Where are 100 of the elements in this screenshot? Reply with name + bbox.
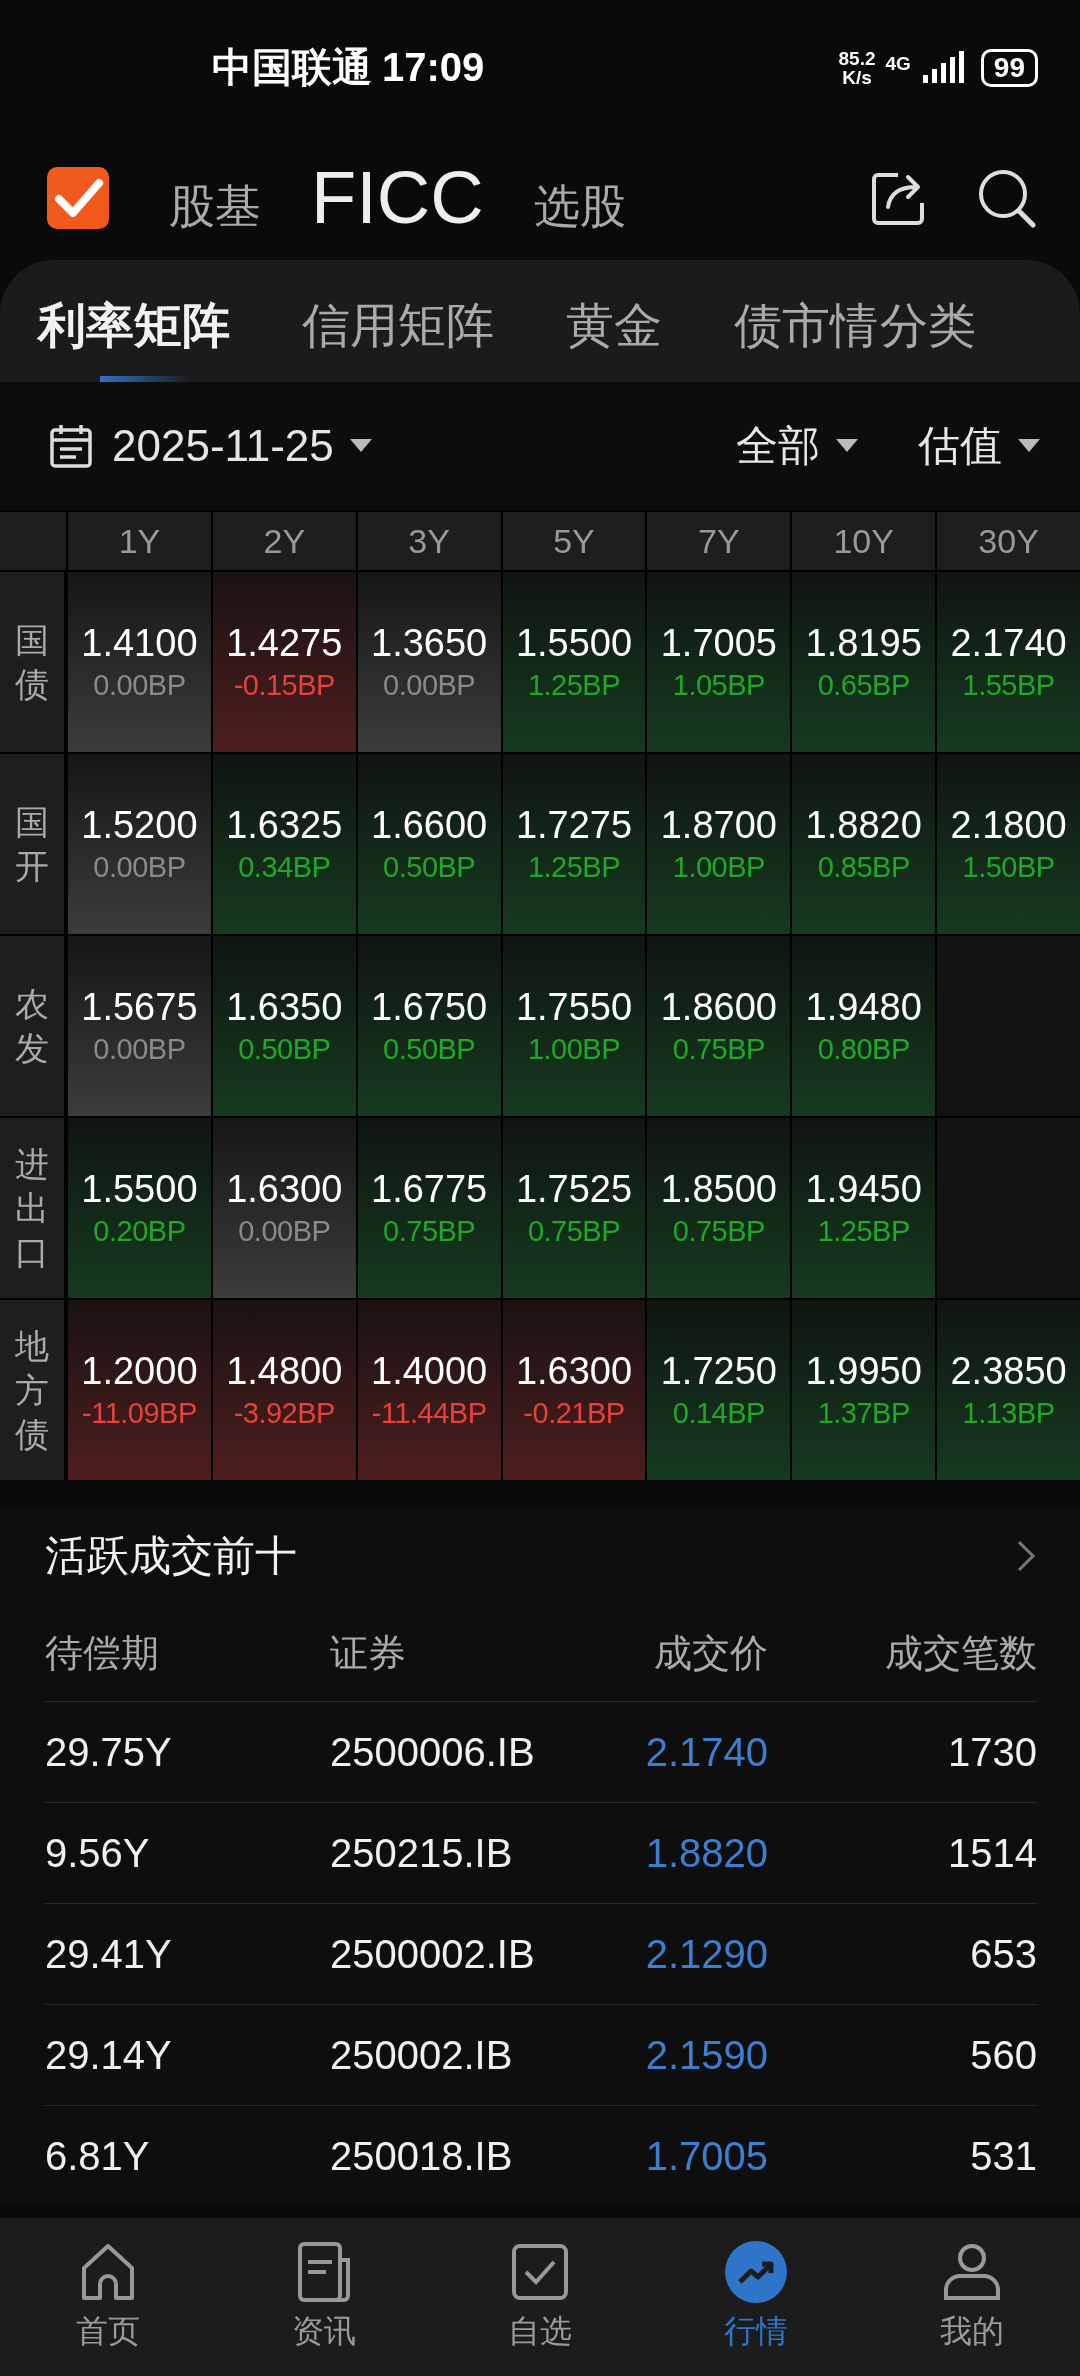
rate-cell[interactable]: 1.6750 0.50BP: [357, 936, 501, 1116]
rate-cell[interactable]: 1.6300 0.00BP: [212, 1118, 356, 1298]
nav-item[interactable]: 自选: [432, 2218, 648, 2376]
security-cell-text: 2500006.IB: [330, 1729, 536, 1775]
rate-value: 1.6325: [226, 803, 343, 848]
rate-cell[interactable]: 1.6350 0.50BP: [212, 936, 356, 1116]
chevron-right-icon[interactable]: [1015, 1538, 1037, 1574]
rate-cell[interactable]: 1.7005 1.05BP: [647, 572, 791, 752]
security-cell-text: 250002.IB: [330, 2032, 514, 2078]
security-cell-text: 250018.IB: [330, 2133, 514, 2179]
rate-change: 1.25BP: [527, 668, 621, 703]
rate-cell[interactable]: 1.5675 0.00BP: [68, 936, 211, 1116]
rate-value: 2.1800: [950, 803, 1067, 848]
rate-value: 1.7275: [515, 803, 633, 848]
date-dropdown[interactable]: 2025-11-25: [112, 421, 372, 471]
security-cell-text: 250215.IB: [330, 1830, 514, 1876]
rate-change: 0.00BP: [93, 850, 186, 885]
rate-cell[interactable]: 1.6300 -0.21BP: [502, 1300, 646, 1480]
nav-item[interactable]: 行情: [648, 2218, 864, 2376]
count-cell-text: 1730: [947, 1729, 1037, 1775]
rate-cell[interactable]: 1.4800 -3.92BP: [212, 1300, 356, 1480]
rate-value: 1.8700: [660, 803, 777, 848]
header-tab[interactable]: 选股: [533, 157, 626, 238]
rate-cell[interactable]: 1.5500 1.25BP: [502, 572, 646, 752]
security-cell-text: 2500002.IB: [330, 1931, 536, 1977]
column-header: 成交价: [653, 1631, 768, 1676]
rate-change: 1.55BP: [962, 668, 1055, 703]
column-header: 30Y: [937, 512, 1080, 570]
rate-change: 0.00BP: [93, 668, 186, 703]
rate-value: 1.8600: [660, 985, 777, 1030]
scope-dropdown[interactable]: 全部: [736, 418, 858, 474]
rate-cell[interactable]: 1.2000 -11.09BP: [68, 1300, 211, 1480]
rate-change: 1.25BP: [527, 850, 621, 885]
maturity-cell-text: 9.56Y: [45, 1830, 151, 1876]
rate-cell[interactable]: 1.9950 1.37BP: [792, 1300, 936, 1480]
rate-cell[interactable]: 2.1740 1.55BP: [937, 572, 1080, 752]
rate-change: -3.92BP: [233, 1396, 335, 1431]
rate-cell[interactable]: 1.9450 1.25BP: [792, 1118, 936, 1298]
rate-cell[interactable]: 1.7250 0.14BP: [647, 1300, 791, 1480]
rate-cell[interactable]: 1.5200 0.00BP: [68, 754, 211, 934]
rate-change: 1.00BP: [672, 850, 765, 885]
nav-item[interactable]: 资讯: [216, 2218, 432, 2376]
column-header: 待偿期: [45, 1631, 160, 1676]
rate-value: 1.4275: [226, 621, 343, 666]
rate-value: 1.6775: [371, 1167, 488, 1212]
row-label: 国开: [0, 754, 64, 934]
maturity-cell-text: 29.14Y: [45, 2032, 173, 2078]
column-header: 1Y: [68, 512, 211, 570]
rate-change: 1.05BP: [672, 668, 765, 703]
caret-icon: [836, 439, 858, 453]
maturity-cell-text: 29.75Y: [45, 1729, 173, 1775]
nav-item[interactable]: 我的: [864, 2218, 1080, 2376]
rate-cell[interactable]: 2.1800 1.50BP: [937, 754, 1080, 934]
rate-cell[interactable]: 1.7550 1.00BP: [502, 936, 646, 1116]
speed-unit: K/s: [842, 67, 872, 87]
rate-value: 1.8820: [805, 803, 922, 848]
rate-value: 1.5500: [81, 1167, 198, 1212]
rate-cell[interactable]: 1.6325 0.34BP: [212, 754, 356, 934]
nav-item[interactable]: 首页: [0, 2218, 216, 2376]
header-tab[interactable]: 股基: [169, 157, 261, 238]
rate-cell[interactable]: 1.7275 1.25BP: [502, 754, 646, 934]
section-title: 活跃成交前十: [45, 1531, 297, 1581]
rate-change: -11.09BP: [82, 1396, 197, 1431]
app-logo-icon: [47, 166, 109, 229]
rate-cell[interactable]: 1.4275 -0.15BP: [212, 572, 356, 752]
rate-change: 1.25BP: [817, 1214, 910, 1249]
rate-cell[interactable]: 2.3850 1.13BP: [937, 1300, 1080, 1480]
calendar-icon[interactable]: [48, 423, 94, 469]
rate-cell[interactable]: 1.8500 0.75BP: [647, 1118, 791, 1298]
rate-change: 0.75BP: [383, 1214, 476, 1249]
column-header: 成交笔数: [884, 1631, 1037, 1676]
count-cell-text: 531: [969, 2133, 1037, 2179]
rate-cell[interactable]: 1.3650 0.00BP: [357, 572, 501, 752]
rate-cell[interactable]: 1.6600 0.50BP: [357, 754, 501, 934]
battery-indicator: 99: [980, 48, 1038, 87]
row-label: 国债: [0, 572, 64, 752]
header-tab[interactable]: FICC: [311, 155, 484, 240]
rate-cell[interactable]: 1.4100 0.00BP: [68, 572, 211, 752]
network-type: 4G: [885, 52, 911, 75]
rate-value: 1.6350: [226, 985, 343, 1030]
rate-cell[interactable]: 1.7525 0.75BP: [502, 1118, 646, 1298]
caret-icon: [349, 439, 372, 453]
mode-dropdown[interactable]: 估值: [918, 418, 1040, 474]
rate-cell[interactable]: 1.9480 0.80BP: [792, 936, 936, 1116]
rate-value: 1.3650: [371, 621, 488, 666]
rate-cell[interactable]: 1.4000 -11.44BP: [357, 1300, 501, 1480]
trend-icon: [724, 2240, 788, 2304]
rate-cell[interactable]: 1.8600 0.75BP: [647, 936, 791, 1116]
rate-change: 0.00BP: [93, 1032, 186, 1067]
category-tab[interactable]: 债市情: [734, 270, 878, 382]
rate-value: 1.9450: [805, 1167, 922, 1212]
category-tab[interactable]: 信用矩阵: [302, 270, 494, 382]
category-tab[interactable]: 利率矩阵: [38, 270, 230, 382]
rate-cell[interactable]: 1.6775 0.75BP: [357, 1118, 501, 1298]
category-tab[interactable]: 黄金: [566, 270, 662, 382]
rate-value: 1.5200: [81, 803, 198, 848]
rate-cell[interactable]: 1.8195 0.65BP: [792, 572, 936, 752]
rate-cell[interactable]: 1.8820 0.85BP: [792, 754, 936, 934]
rate-cell[interactable]: 1.8700 1.00BP: [647, 754, 791, 934]
rate-cell[interactable]: 1.5500 0.20BP: [68, 1118, 211, 1298]
